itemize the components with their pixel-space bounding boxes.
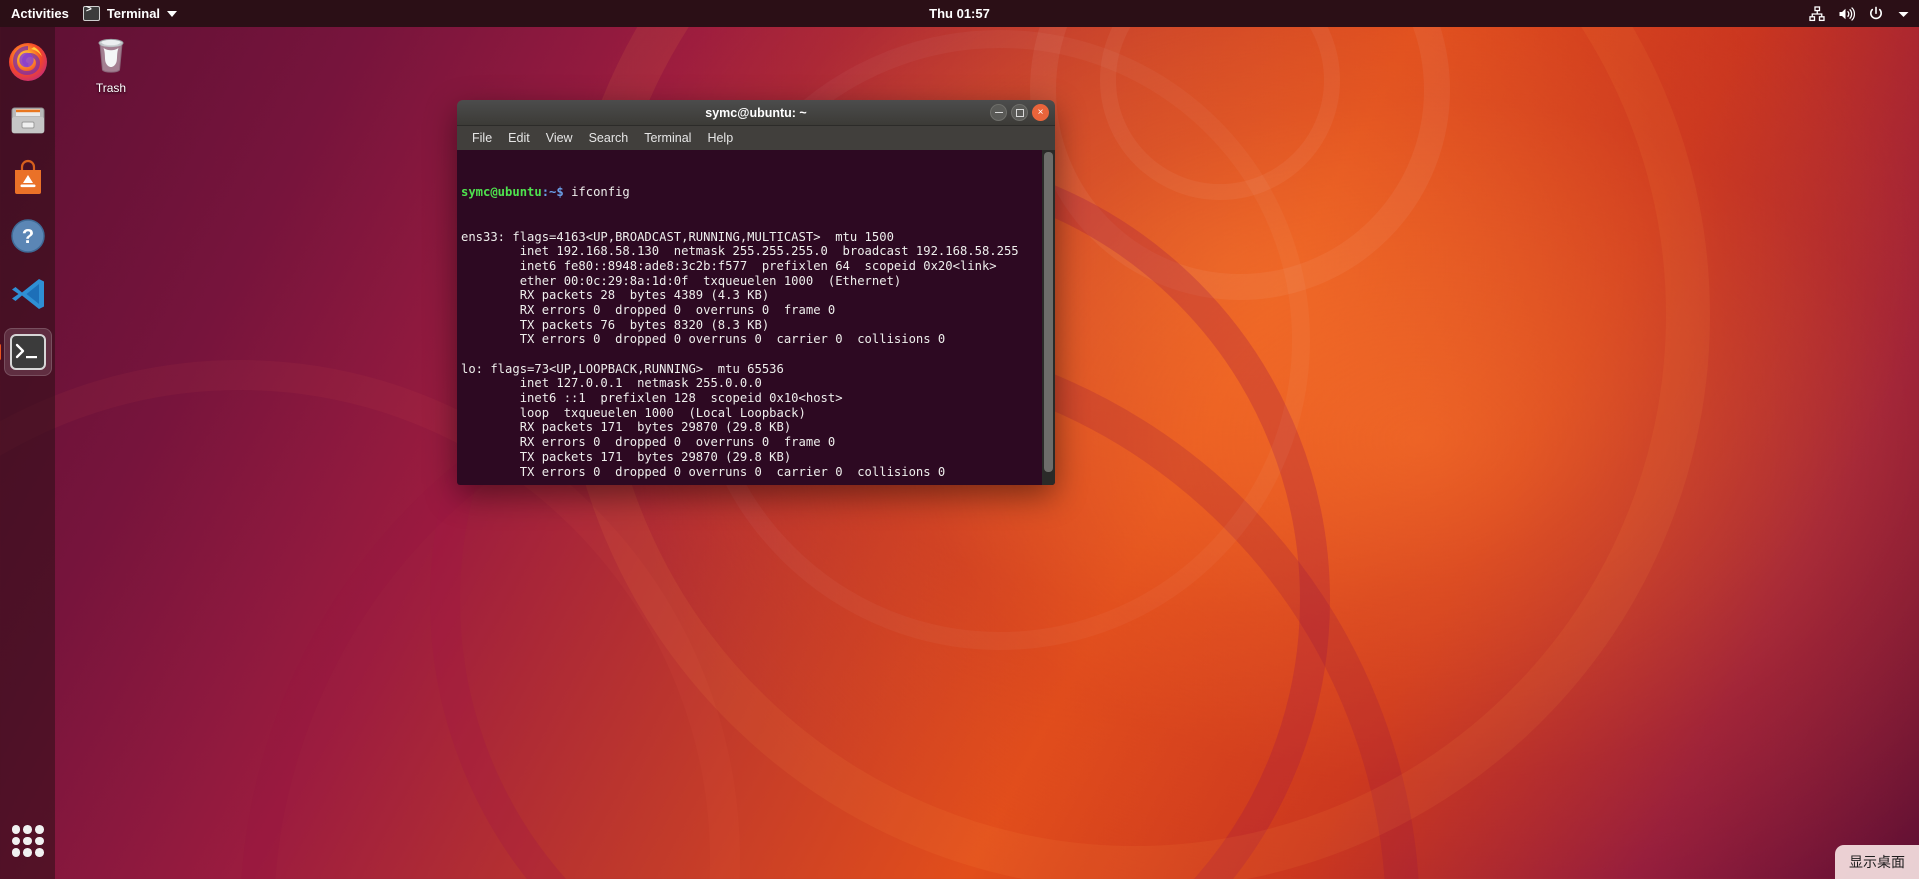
terminal-line: lo: flags=73<UP,LOOPBACK,RUNNING> mtu 65… (461, 361, 784, 376)
trash-icon (98, 38, 124, 73)
maximize-button[interactable] (1011, 104, 1028, 121)
terminal-line: RX packets 28 bytes 4389 (4.3 KB) (461, 288, 770, 303)
terminal-line: inet6 ::1 prefixlen 128 scopeid 0x10<hos… (461, 391, 843, 406)
desktop-icon-trash[interactable]: Trash (79, 33, 143, 95)
dock-item-firefox[interactable] (4, 38, 52, 86)
power-icon[interactable] (1868, 6, 1884, 22)
scrollbar-thumb[interactable] (1044, 152, 1053, 472)
trash-label: Trash (95, 81, 127, 95)
window-controls: × (990, 104, 1049, 121)
dock-item-terminal[interactable] (0, 328, 52, 376)
menu-edit[interactable]: Edit (502, 129, 536, 147)
terminal-line: inet 192.168.58.130 netmask 255.255.255.… (461, 244, 1019, 259)
menu-file[interactable]: File (466, 129, 498, 147)
clock[interactable]: Thu 01:57 (0, 6, 1919, 21)
terminal-line: loop txqueuelen 1000 (Local Loopback) (461, 405, 806, 420)
grid-dot (23, 848, 32, 857)
dock-item-vscode[interactable] (4, 270, 52, 318)
terminal-line: RX errors 0 dropped 0 overruns 0 frame 0 (461, 435, 836, 450)
menu-search[interactable]: Search (583, 129, 635, 147)
grid-dot (11, 848, 21, 857)
terminal-title-bar[interactable]: symc@ubuntu: ~ × (457, 100, 1055, 126)
close-button[interactable]: × (1032, 104, 1049, 121)
terminal-line: inet 127.0.0.1 netmask 255.0.0.0 (461, 376, 762, 391)
dock-item-help[interactable]: ? (4, 212, 52, 260)
show-applications-button[interactable] (6, 819, 50, 863)
prompt-path: :~$ (541, 185, 564, 200)
terminal-menu-bar: File Edit View Search Terminal Help (457, 126, 1055, 150)
dock-item-files[interactable] (4, 96, 52, 144)
terminal-output-lines: ens33: flags=4163<UP,BROADCAST,RUNNING,M… (459, 230, 1055, 486)
grid-dot (11, 825, 21, 834)
terminal-line: TX packets 76 bytes 8320 (8.3 KB) (461, 317, 770, 332)
terminal-window: symc@ubuntu: ~ × File Edit View Search T… (457, 100, 1055, 485)
terminal-line: RX packets 171 bytes 29870 (29.8 KB) (461, 420, 792, 435)
volume-icon[interactable] (1838, 6, 1855, 22)
grid-dot (34, 848, 44, 857)
grid-dot (11, 836, 21, 846)
menu-view[interactable]: View (540, 129, 579, 147)
terminal-command-line: symc@ubuntu:~$ ifconfig (459, 185, 1055, 200)
grid-dot (34, 825, 44, 834)
terminal-line: ens33: flags=4163<UP,BROADCAST,RUNNING,M… (461, 229, 894, 244)
terminal-line: inet6 fe80::8948:ade8:3c2b:f577 prefixle… (461, 258, 997, 273)
show-desktop-button[interactable]: 显示桌面 (1835, 845, 1919, 879)
terminal-line: TX errors 0 dropped 0 overruns 0 carrier… (461, 332, 946, 347)
svg-text:?: ? (21, 226, 33, 248)
terminal-scrollbar[interactable] (1042, 150, 1055, 485)
terminal-line: TX packets 171 bytes 29870 (29.8 KB) (461, 449, 792, 464)
grid-dot (23, 836, 32, 846)
background-ring (1100, 0, 1340, 200)
terminal-line: TX errors 0 dropped 0 overruns 0 carrier… (461, 464, 946, 479)
menu-help[interactable]: Help (701, 129, 739, 147)
network-icon[interactable] (1809, 5, 1825, 22)
grid-dot (34, 836, 44, 846)
maximize-icon (1015, 108, 1024, 117)
background-ring (1030, 0, 1450, 300)
terminal-line: ether 00:0c:29:8a:1d:0f txqueuelen 1000 … (461, 273, 902, 288)
system-tray (1809, 5, 1910, 22)
menu-terminal[interactable]: Terminal (638, 129, 697, 147)
terminal-line: RX errors 0 dropped 0 overruns 0 frame 0 (461, 302, 836, 317)
window-title: symc@ubuntu: ~ (705, 105, 807, 120)
grid-dot (23, 825, 32, 834)
dropdown-caret-icon[interactable] (1897, 9, 1910, 19)
prompt-user: symc@ubuntu (461, 185, 542, 200)
top-bar: Activities Terminal Thu 01:57 (0, 0, 1919, 27)
launcher-dock: ? (0, 27, 55, 879)
command-text: ifconfig (563, 185, 630, 200)
minimize-button[interactable] (990, 104, 1007, 121)
minimize-icon (994, 111, 1003, 114)
dock-item-ubuntu-software[interactable] (4, 154, 52, 202)
terminal-output-area[interactable]: symc@ubuntu:~$ ifconfig ens33: flags=416… (457, 150, 1055, 485)
